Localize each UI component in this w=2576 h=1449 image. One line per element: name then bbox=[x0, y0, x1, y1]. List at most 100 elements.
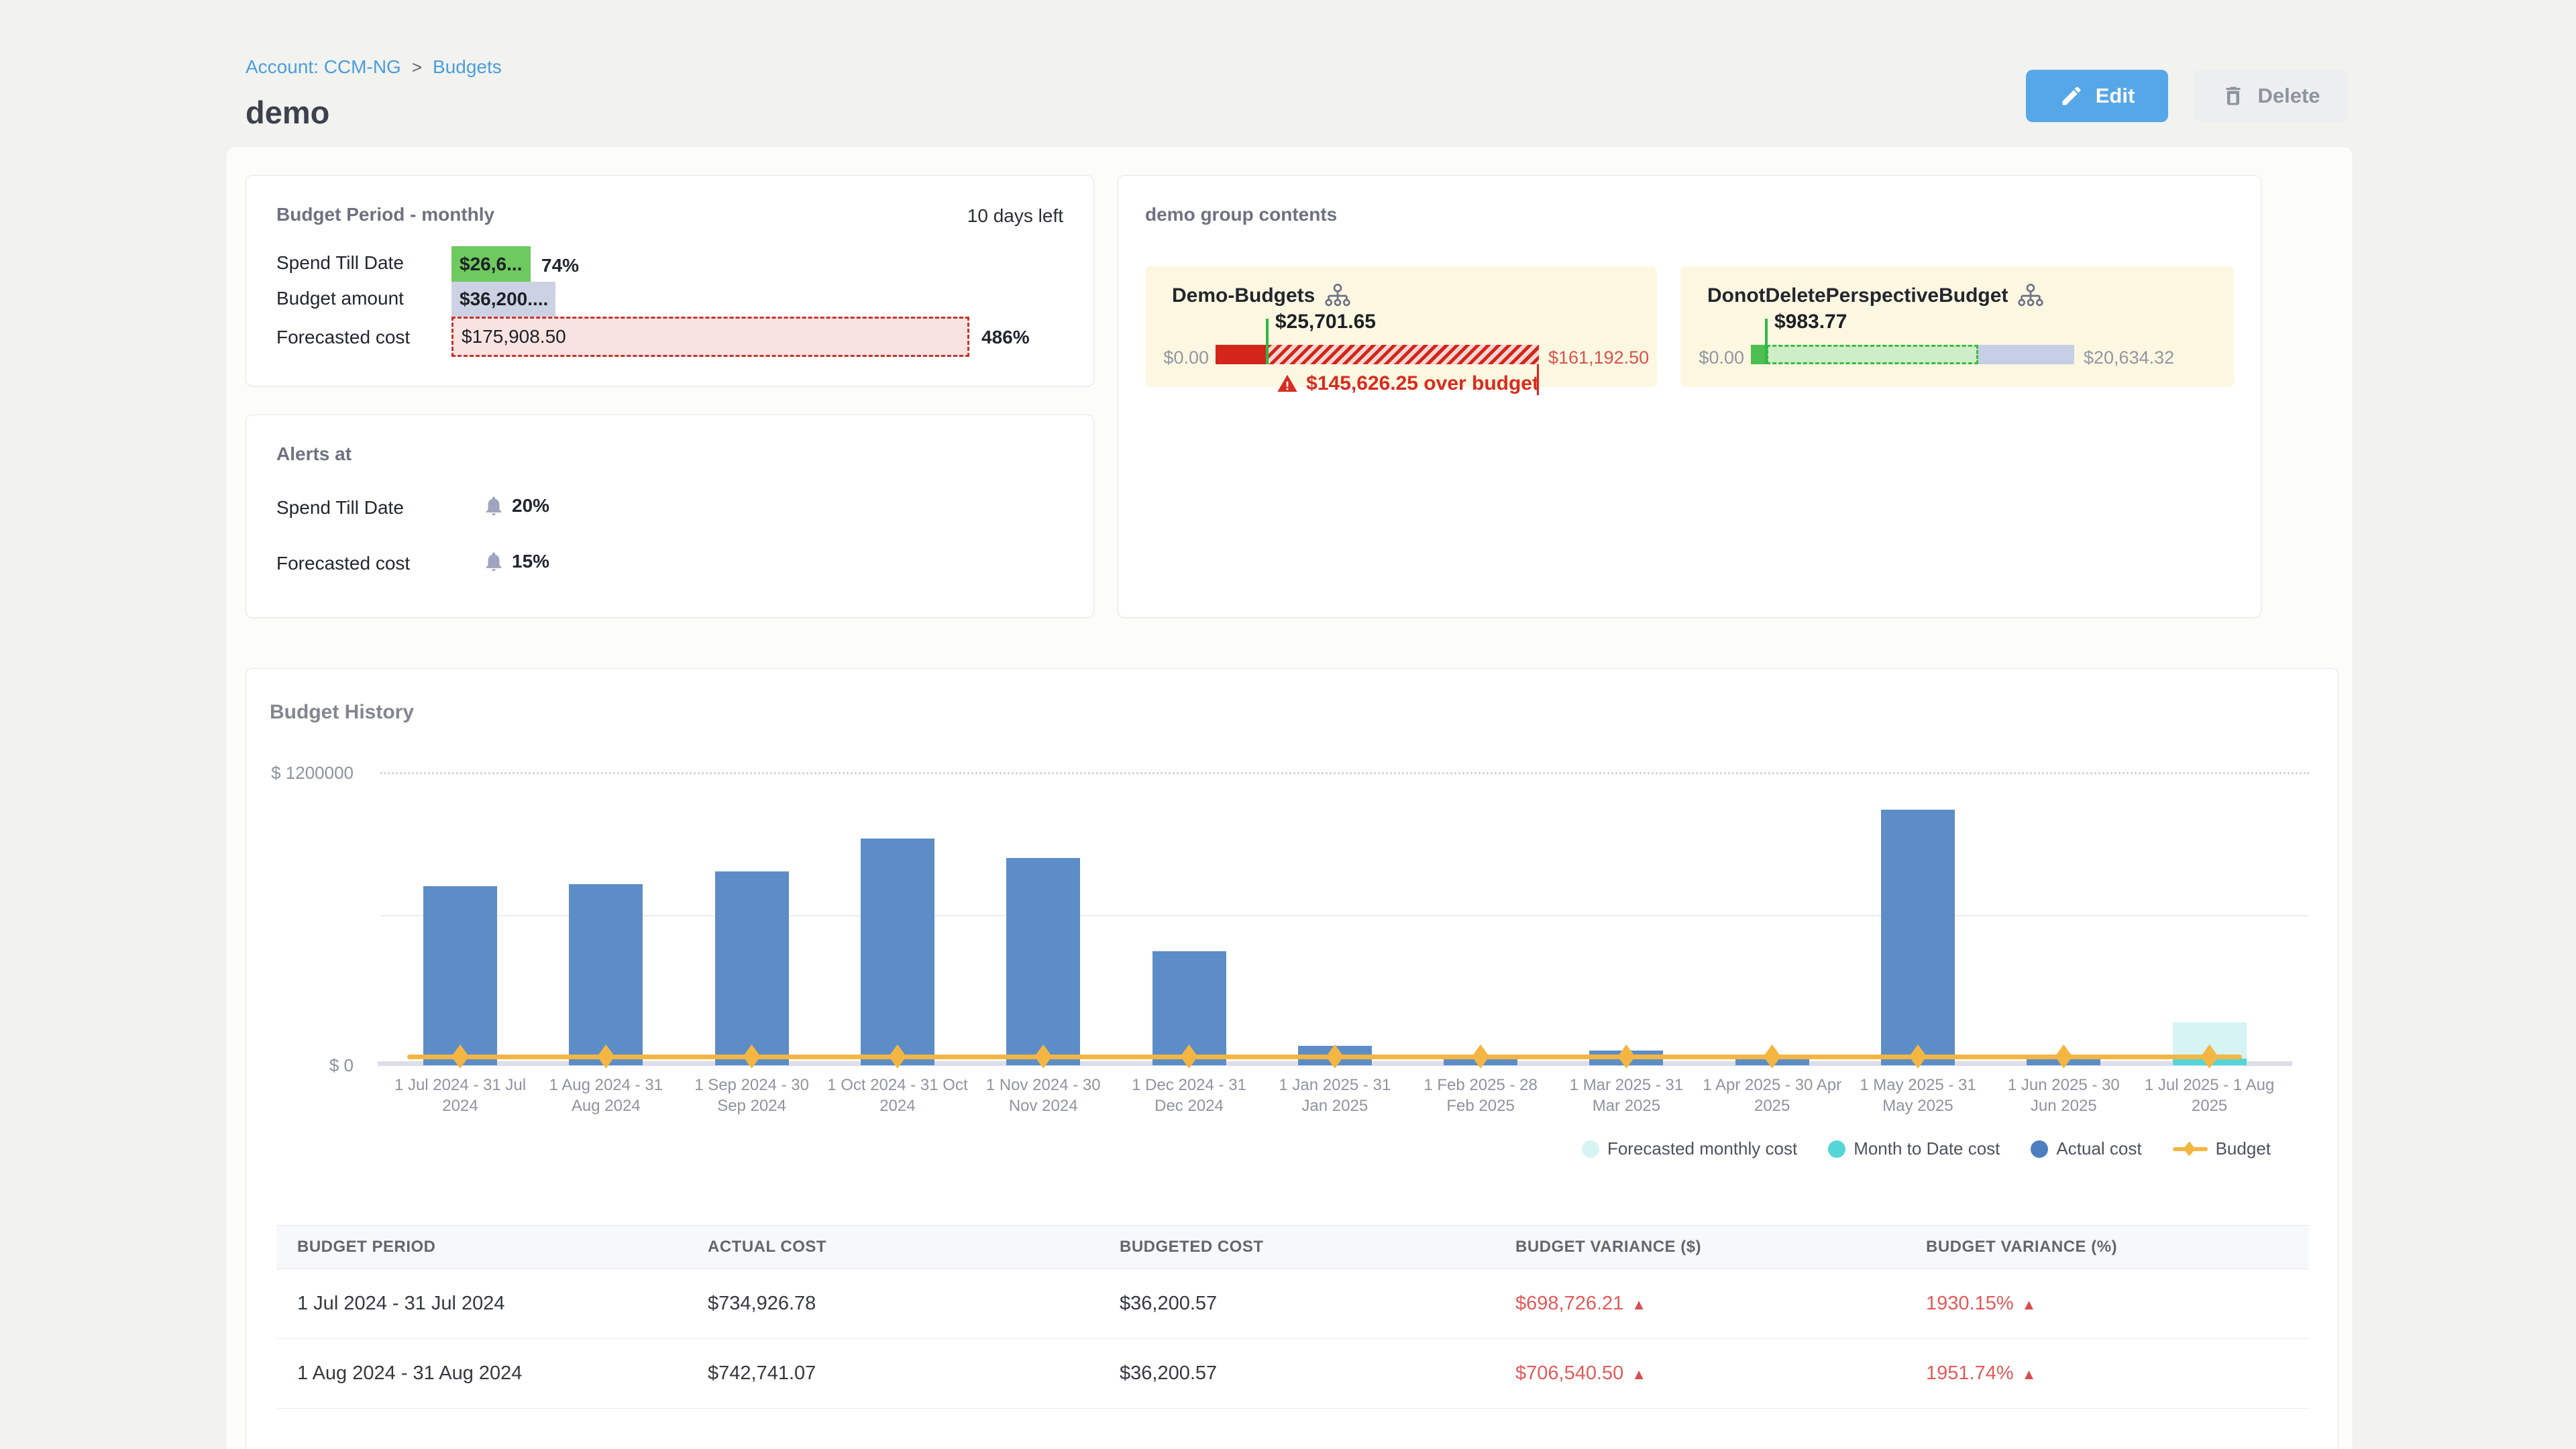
x-axis-label: 1 Dec 2024 - 31 Dec 2024 bbox=[1119, 1075, 1260, 1116]
budget-legend-marker-icon bbox=[2173, 1147, 2208, 1151]
bar-actual-cost[interactable] bbox=[715, 871, 789, 1065]
legend-item[interactable]: Month to Date cost bbox=[1828, 1138, 2000, 1159]
x-axis-label: 1 Apr 2025 - 30 Apr 2025 bbox=[1702, 1075, 1843, 1116]
spend-till-date-value: $26,6... bbox=[460, 254, 522, 275]
chart-legend: Forecasted monthly cost Month to Date cos… bbox=[1582, 1138, 2271, 1159]
remaining-segment bbox=[1978, 345, 2074, 364]
x-axis-label: 1 Feb 2025 - 28 Feb 2025 bbox=[1410, 1075, 1551, 1116]
spend-marker-value: $25,701.65 bbox=[1275, 311, 1376, 333]
x-axis-label: 1 Jun 2025 - 30 Jun 2025 bbox=[1993, 1075, 2134, 1116]
bell-icon bbox=[482, 494, 505, 517]
table-row[interactable]: 1 Aug 2024 - 31 Aug 2024$742,741.07$36,2… bbox=[276, 1338, 2309, 1408]
bar-actual-cost[interactable] bbox=[1881, 810, 1955, 1065]
budget-usage-bar bbox=[1216, 345, 1539, 364]
breadcrumb-account-link[interactable]: Account: CCM-NG bbox=[246, 56, 401, 78]
group-budget-item[interactable]: Demo-Budgets$0.00$25,701.65$161,192.50$1… bbox=[1145, 266, 1657, 387]
trash-icon bbox=[2221, 84, 2245, 108]
spend-marker-line bbox=[1266, 319, 1269, 364]
cell-budget-period: 1 Aug 2024 - 31 Aug 2024 bbox=[276, 1362, 687, 1385]
x-axis-label: 1 Mar 2025 - 31 Mar 2025 bbox=[1556, 1075, 1697, 1116]
bar-actual-cost[interactable] bbox=[1006, 858, 1080, 1065]
arrow-up-icon: ▲ bbox=[2022, 1366, 2037, 1383]
arrow-up-icon: ▲ bbox=[1631, 1296, 1646, 1313]
bar-actual-cost[interactable] bbox=[569, 884, 643, 1065]
group-budget-name: Demo-Budgets bbox=[1172, 282, 1351, 309]
spend-marker-line bbox=[1765, 319, 1768, 364]
bar-actual-cost[interactable] bbox=[861, 839, 934, 1065]
forecasted-cost-value: $175,908.50 bbox=[462, 326, 566, 347]
col-actual-cost: ACTUAL COST bbox=[687, 1238, 1099, 1256]
alerts-heading: Alerts at bbox=[276, 443, 352, 465]
edit-button[interactable]: Edit bbox=[2026, 70, 2168, 122]
x-axis-label: 1 May 2025 - 31 May 2025 bbox=[1847, 1075, 1988, 1116]
spend-marker-value: $983.77 bbox=[1774, 311, 1847, 333]
breadcrumb-budgets-link[interactable]: Budgets bbox=[433, 56, 502, 78]
group-contents-heading: demo group contents bbox=[1145, 204, 1337, 225]
budget-history-card: Budget History $ 1200000 $ 0 1 Jul 2024 … bbox=[246, 668, 2339, 1449]
legend-dot-icon bbox=[1582, 1140, 1599, 1158]
legend-label: Forecasted monthly cost bbox=[1607, 1138, 1797, 1159]
group-budget-name-label: Demo-Budgets bbox=[1172, 284, 1315, 307]
table-row[interactable]: 1 Jul 2024 - 31 Jul 2024$734,926.78$36,2… bbox=[276, 1269, 2309, 1338]
budget-amount-bar: $36,200.... bbox=[451, 282, 555, 317]
gridline bbox=[380, 915, 2309, 916]
legend-item[interactable]: Forecasted monthly cost bbox=[1582, 1138, 1797, 1159]
cell-variance-usd: $698,726.21▲ bbox=[1495, 1293, 1905, 1315]
delete-button[interactable]: Delete bbox=[2194, 70, 2348, 122]
legend-item[interactable]: Actual cost bbox=[2031, 1138, 2141, 1159]
page-title: demo bbox=[246, 94, 329, 131]
pencil-icon bbox=[2059, 84, 2084, 108]
over-budget-alert: $145,626.25 over budget bbox=[1216, 372, 1539, 395]
bar-min-label: $0.00 bbox=[1680, 347, 1744, 368]
cell-actual-cost: $734,926.78 bbox=[687, 1293, 1099, 1315]
alert-forecast-label: Forecasted cost bbox=[276, 553, 410, 574]
x-axis-label: 1 Sep 2024 - 30 Sep 2024 bbox=[682, 1075, 822, 1116]
content-panel: Budget Period - monthly 10 days left Spe… bbox=[225, 146, 2353, 1449]
legend-label: Month to Date cost bbox=[1854, 1138, 2000, 1159]
y-axis-max-label: $ 1200000 bbox=[246, 763, 354, 784]
x-axis-label: 1 Jan 2025 - 31 Jan 2025 bbox=[1265, 1075, 1405, 1116]
hierarchy-icon bbox=[1324, 282, 1351, 309]
spend-till-date-label: Spend Till Date bbox=[276, 252, 404, 274]
budget-period-card: Budget Period - monthly 10 days left Spe… bbox=[246, 175, 1094, 386]
group-budget-item[interactable]: DonotDeletePerspectiveBudget $0.00 $983.77… bbox=[1680, 266, 2234, 387]
arrow-up-icon: ▲ bbox=[2022, 1296, 2037, 1313]
bar-min-label: $0.00 bbox=[1145, 347, 1209, 368]
over-budget-alert-label: $145,626.25 over budget bbox=[1306, 372, 1539, 395]
alert-spend-value: 20% bbox=[512, 495, 549, 517]
group-budget-name-label: DonotDeletePerspectiveBudget bbox=[1707, 284, 2008, 307]
legend-item[interactable]: Budget bbox=[2173, 1138, 2271, 1159]
col-budgeted-cost: BUDGETED COST bbox=[1099, 1238, 1495, 1256]
cell-variance-usd: $706,540.50▲ bbox=[1495, 1362, 1905, 1385]
x-axis-label: 1 Jul 2025 - 1 Aug 2025 bbox=[2139, 1075, 2280, 1116]
budget-history-table: BUDGET PERIOD ACTUAL COST BUDGETED COST … bbox=[276, 1225, 2309, 1409]
warning-icon bbox=[1277, 373, 1298, 394]
alert-spend-value-row: 20% bbox=[482, 494, 549, 517]
budget-amount-value: $36,200.... bbox=[460, 288, 548, 310]
legend-label: Actual cost bbox=[2056, 1138, 2141, 1159]
x-axis-label: 1 Jul 2024 - 31 Jul 2024 bbox=[390, 1075, 531, 1116]
legend-dot-icon bbox=[1828, 1140, 1845, 1158]
bell-icon bbox=[482, 550, 505, 573]
col-budget-period: BUDGET PERIOD bbox=[276, 1238, 687, 1256]
alerts-card: Alerts at Spend Till Date 20% Forecasted… bbox=[246, 415, 1094, 618]
bar-max-label: $161,192.50 bbox=[1548, 347, 1649, 368]
spend-till-date-percent: 74% bbox=[541, 255, 579, 276]
x-axis-label: 1 Oct 2024 - 31 Oct 2024 bbox=[827, 1075, 968, 1116]
budget-detail-page: Account: CCM-NG > Budgets demo Edit Dele… bbox=[0, 0, 2576, 1449]
alert-spend-label: Spend Till Date bbox=[276, 497, 404, 519]
forecasted-cost-label: Forecasted cost bbox=[276, 327, 410, 348]
breadcrumb: Account: CCM-NG > Budgets bbox=[246, 56, 502, 78]
delete-button-label: Delete bbox=[2257, 84, 2320, 108]
bar-actual-cost[interactable] bbox=[423, 886, 497, 1065]
budget-usage-bar bbox=[1751, 345, 2074, 364]
hierarchy-icon bbox=[2017, 282, 2044, 309]
budget-period-heading: Budget Period - monthly bbox=[276, 204, 494, 225]
cell-budgeted-cost: $36,200.57 bbox=[1099, 1293, 1495, 1315]
col-budget-variance-pct: BUDGET VARIANCE (%) bbox=[1905, 1238, 2309, 1256]
bar-max-label: $20,634.32 bbox=[2084, 347, 2174, 368]
spent-segment bbox=[1751, 345, 1766, 364]
forecasted-cost-bar: $175,908.50 bbox=[451, 317, 969, 357]
col-budget-variance-usd: BUDGET VARIANCE ($) bbox=[1495, 1238, 1905, 1256]
forecasted-cost-percent: 486% bbox=[981, 327, 1030, 348]
